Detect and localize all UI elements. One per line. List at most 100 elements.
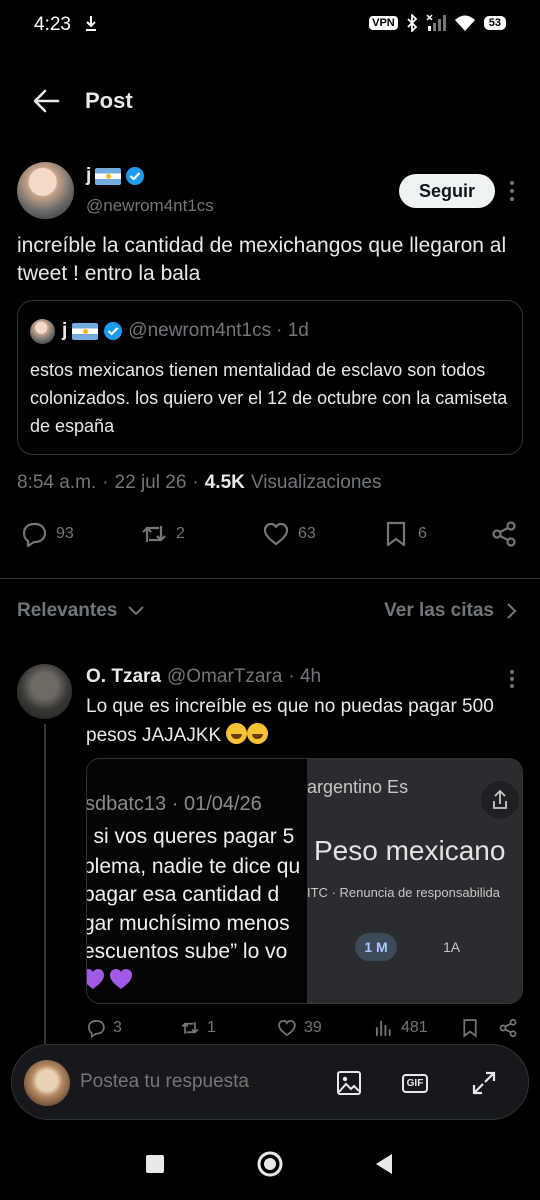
post-actions: 93 2 63 6 xyxy=(0,520,540,560)
post-time: 8:54 a.m. xyxy=(17,472,97,493)
share-button[interactable] xyxy=(490,520,518,548)
author-name-row[interactable]: j xyxy=(86,165,145,187)
reply-share-button[interactable] xyxy=(498,1018,518,1038)
repost-button[interactable]: 2 xyxy=(140,520,185,548)
reply-like-button[interactable]: 39 xyxy=(277,1018,322,1038)
recents-square-icon[interactable] xyxy=(141,1150,169,1178)
media-image-left[interactable]: sdbatc13 · 01/04/26 j si vos queres paga… xyxy=(87,759,304,1003)
quoted-post-time: · 1d xyxy=(276,320,309,341)
views-label[interactable]: Visualizaciones xyxy=(251,472,382,494)
repost-icon xyxy=(181,1022,199,1034)
author-name[interactable]: j xyxy=(86,165,91,187)
reply-time: · 4h xyxy=(288,666,322,687)
views-chart-icon xyxy=(375,1020,391,1036)
heart-icon xyxy=(263,522,289,546)
vpn-badge: VPN xyxy=(369,16,398,30)
reply-button[interactable]: 93 xyxy=(20,520,74,548)
reply-more-options-icon[interactable] xyxy=(503,668,521,690)
image-icon[interactable] xyxy=(335,1069,363,1097)
media-share-button[interactable] xyxy=(481,781,519,819)
bookmark-icon xyxy=(463,1019,477,1038)
laughing-emoji-icon xyxy=(247,723,269,744)
page-title: Post xyxy=(85,88,133,113)
reply-reply-button[interactable]: 3 xyxy=(86,1018,122,1038)
status-icons: VPN 53 xyxy=(369,14,506,32)
expand-icon[interactable] xyxy=(470,1069,498,1097)
media-left-line: escuentos sube” lo vo xyxy=(87,940,288,963)
quoted-post-header: j @newrom4nt1cs · 1d xyxy=(62,320,309,342)
quoted-author-avatar xyxy=(30,319,55,344)
media-left-line: pagar esa cantidad d xyxy=(87,883,280,906)
range-chip-active: 1 M xyxy=(355,933,397,961)
views-count[interactable]: 4.5K xyxy=(205,472,245,494)
author-handle[interactable]: @newrom4nt1cs xyxy=(86,196,214,216)
section-divider xyxy=(0,578,540,579)
heart-icon xyxy=(278,1019,296,1037)
repost-icon xyxy=(142,526,166,542)
quoted-author-name: j xyxy=(62,320,68,341)
like-button[interactable]: 63 xyxy=(262,520,316,548)
status-bar: 4:23 VPN 53 xyxy=(0,0,540,50)
reply-bookmark-button[interactable] xyxy=(460,1018,480,1038)
chevron-right-icon xyxy=(507,603,517,619)
quoted-post-text: estos mexicanos tienen mentalidad de esc… xyxy=(30,360,508,436)
verified-badge-icon xyxy=(126,167,145,185)
reply-author-avatar[interactable] xyxy=(17,664,72,719)
reply-author-name[interactable]: O. Tzara xyxy=(86,666,161,688)
gif-label: GIF xyxy=(401,1073,429,1093)
media-right-top-text: argentino Es xyxy=(307,777,409,797)
media-image-right[interactable]: argentino Es Peso mexicano ITC · Renunci… xyxy=(307,759,522,1003)
verified-badge-icon xyxy=(104,322,123,340)
share-icon xyxy=(499,1018,517,1038)
media-left-line: j si vos queres pagar 5 xyxy=(87,825,295,848)
media-left-line: blema, nadie te dice qu xyxy=(87,855,301,878)
media-right-title: Peso mexicano xyxy=(314,835,506,866)
reply-header: O. Tzara @OmarTzara · 4h xyxy=(86,666,321,688)
quoted-author-handle: @newrom4nt1cs xyxy=(128,320,272,341)
post-meta: 8:54 a.m. · 22 jul 26 · 4.5K Visualizaci… xyxy=(17,472,381,494)
reply-author-handle[interactable]: @OmarTzara xyxy=(167,666,282,688)
signal-icon xyxy=(426,14,446,31)
reply-count: 93 xyxy=(56,525,74,542)
repost-count: 2 xyxy=(176,525,185,542)
home-circle-icon[interactable] xyxy=(256,1150,284,1178)
reply-icon xyxy=(87,1020,105,1038)
thread-line xyxy=(44,724,46,1044)
status-time: 4:23 xyxy=(34,14,71,35)
reply-media[interactable]: sdbatc13 · 01/04/26 j si vos queres paga… xyxy=(86,758,523,1004)
back-triangle-icon[interactable] xyxy=(370,1150,398,1178)
reply-text: Lo que es increíble es que no puedas pag… xyxy=(86,692,516,750)
reply-reply-count: 3 xyxy=(113,1019,122,1036)
back-arrow-icon[interactable] xyxy=(30,86,62,116)
chevron-down-icon xyxy=(128,606,145,616)
reply-repost-count: 1 xyxy=(207,1019,216,1036)
sort-dropdown[interactable]: Relevantes xyxy=(17,600,145,622)
reply-views-count: 481 xyxy=(401,1019,428,1036)
download-icon xyxy=(86,16,96,31)
bookmark-button[interactable]: 6 xyxy=(382,520,427,548)
more-options-icon[interactable] xyxy=(503,178,521,204)
user-avatar xyxy=(24,1060,70,1106)
view-quotes-link[interactable]: Ver las citas xyxy=(384,600,518,622)
argentina-flag-icon xyxy=(72,322,99,340)
post-date: 22 jul 26 xyxy=(114,472,187,493)
laughing-emoji-icon xyxy=(226,723,248,744)
author-avatar[interactable] xyxy=(17,162,74,219)
follow-button[interactable]: Seguir xyxy=(399,174,495,208)
reply-input[interactable] xyxy=(80,1071,310,1093)
reply-repost-button[interactable]: 1 xyxy=(180,1018,216,1038)
share-icon xyxy=(492,521,516,547)
range-chip: 1A xyxy=(443,939,461,955)
reply-text-content: Lo que es increíble es que no puedas pag… xyxy=(86,696,494,746)
top-bar: Post xyxy=(0,76,540,126)
view-quotes-label: Ver las citas xyxy=(384,600,494,621)
meta-separator: · xyxy=(102,472,109,493)
battery-indicator: 53 xyxy=(483,16,506,30)
reply-views-button[interactable]: 481 xyxy=(374,1018,428,1038)
gif-button[interactable]: GIF xyxy=(401,1069,429,1097)
post-text: increíble la cantidad de mexichangos que… xyxy=(17,234,507,285)
meta-separator: · xyxy=(192,472,199,493)
media-left-meta: sdbatc13 · 01/04/26 xyxy=(87,793,262,815)
reply-composer: GIF xyxy=(11,1044,529,1120)
quoted-post-card[interactable]: j @newrom4nt1cs · 1d estos mexicanos tie… xyxy=(17,300,523,455)
